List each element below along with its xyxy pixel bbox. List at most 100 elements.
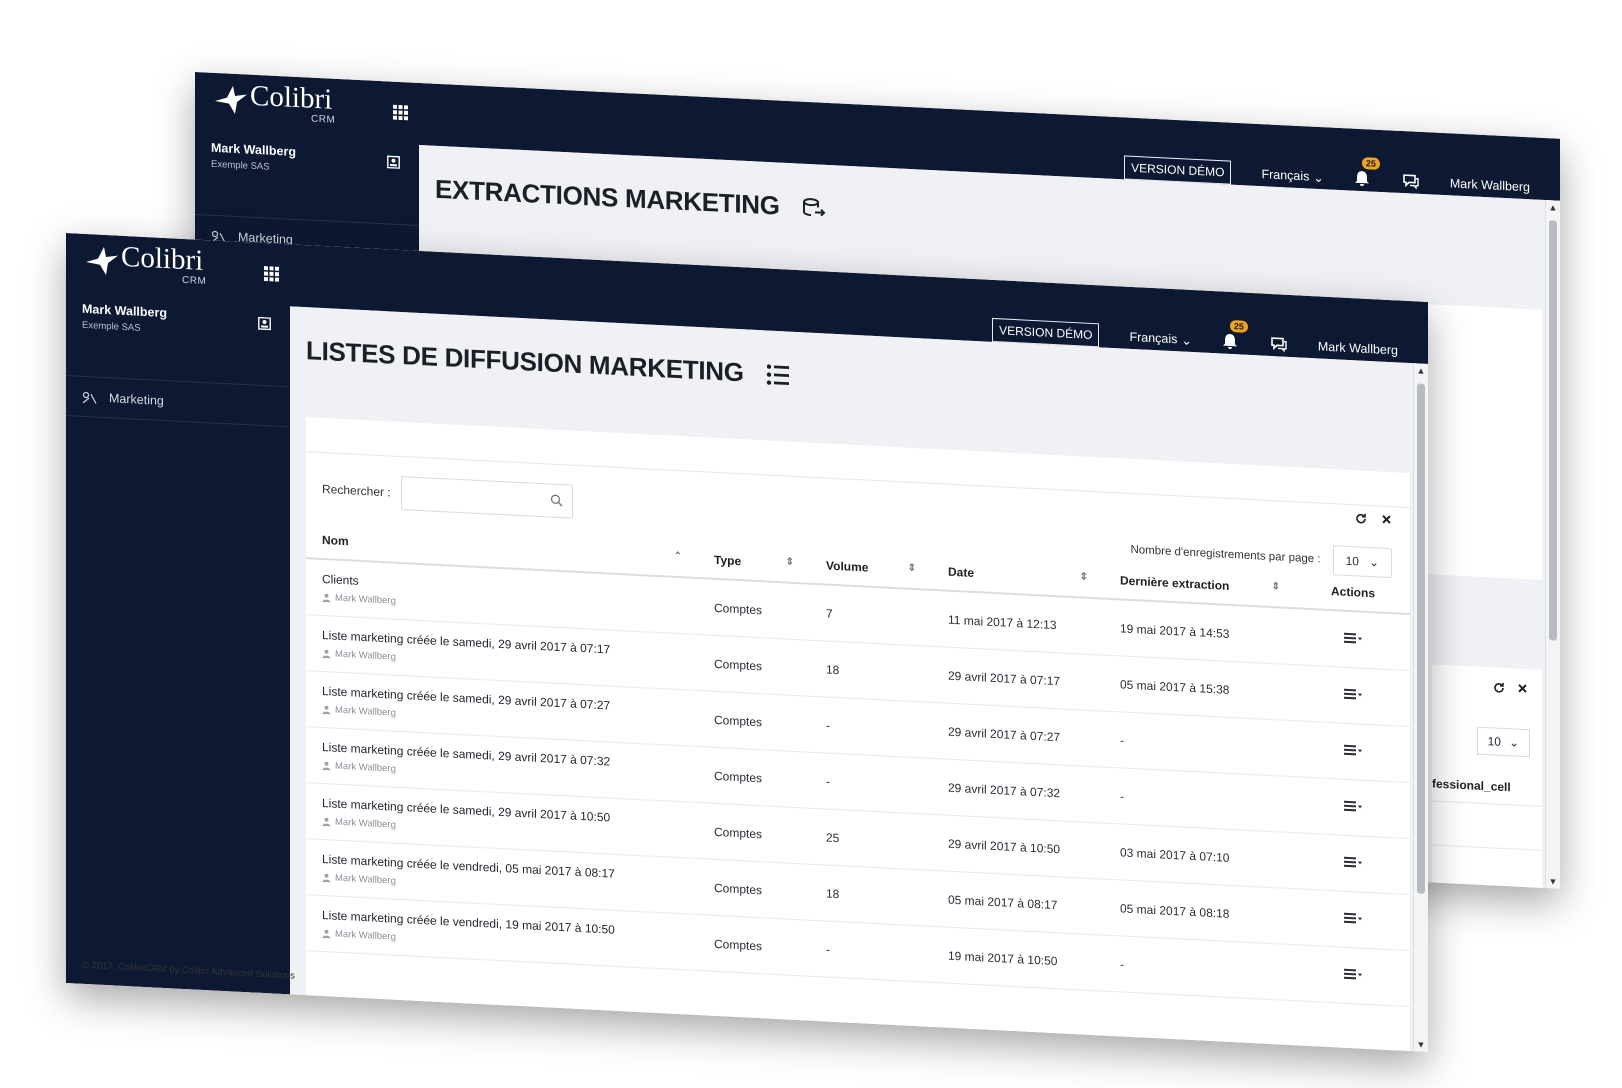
cell-last-extraction: 19 mai 2017 à 14:53 (1104, 598, 1296, 665)
profile-card-icon[interactable] (258, 316, 271, 331)
user-icon (322, 593, 331, 603)
brand-sub: CRM (311, 113, 336, 126)
sort-asc-icon: ⌃ (673, 550, 682, 563)
main-content: LISTES DE DIFFUSION MARKETING Rechercher… (290, 306, 1428, 1052)
user-menu[interactable]: Mark Wallberg (1318, 339, 1398, 357)
sidebar-user-name: Mark Wallberg (82, 301, 167, 321)
cell-date: 29 avril 2017 à 07:27 (932, 702, 1104, 768)
cell-volume: 25 (810, 808, 932, 871)
actions-menu-icon[interactable] (1342, 688, 1364, 701)
scroll-down-arrow[interactable]: ▼ (1416, 1039, 1426, 1050)
database-export-icon (802, 197, 826, 216)
search-row: Rechercher : (322, 472, 573, 519)
search-label: Rechercher : (322, 481, 391, 500)
notifications-button[interactable]: 25 (1222, 319, 1248, 352)
chat-icon[interactable] (1402, 173, 1420, 190)
actions-menu-icon[interactable] (1342, 800, 1364, 813)
sidebar-item-marketing[interactable]: Marketing (82, 390, 164, 408)
refresh-icon[interactable] (1355, 512, 1367, 525)
brand-name: Colibri (250, 79, 333, 116)
chevron-down-icon: ⌄ (1508, 735, 1519, 750)
cell-volume: 7 (810, 583, 932, 647)
sidebar-user-company: Exemple SAS (82, 319, 141, 334)
column-header[interactable]: fessional_cell (1432, 776, 1511, 794)
cell-type: Comptes (698, 914, 810, 977)
panel-controls (1493, 681, 1528, 695)
cell-actions (1296, 720, 1410, 783)
row-owner-name: Mark Wallberg (335, 648, 396, 663)
notifications-button[interactable]: 25 (1354, 157, 1380, 189)
per-page-label: Nombre d'enregistrements par page : (1130, 543, 1321, 566)
chevron-down-icon: ⌄ (1313, 170, 1324, 185)
cell-last-extraction: 05 mai 2017 à 08:18 (1104, 879, 1296, 945)
per-page-select[interactable]: 10 ⌄ (1476, 726, 1530, 758)
chat-icon[interactable] (1270, 336, 1288, 353)
cell-date: 05 mai 2017 à 08:17 (932, 870, 1104, 936)
language-select[interactable]: Français ⌄ (1261, 167, 1323, 185)
user-menu[interactable]: Mark Wallberg (1450, 176, 1530, 194)
close-icon[interactable] (1517, 683, 1528, 695)
grid-icon[interactable] (393, 104, 408, 121)
page-title: EXTRACTIONS MARKETING (435, 174, 826, 224)
actions-menu-icon[interactable] (1342, 968, 1364, 981)
chevron-down-icon: ⌄ (1368, 555, 1379, 570)
sidebar: Mark Wallberg Exemple SAS Marketing (66, 285, 290, 995)
search-icon (550, 494, 563, 507)
user-icon (322, 873, 331, 883)
scroll-down-arrow[interactable]: ▼ (1548, 876, 1558, 886)
cell-last-extraction: - (1104, 767, 1296, 833)
column-header-actions: Actions (1296, 571, 1410, 615)
sidebar-item-label: Marketing (109, 391, 164, 408)
column-header-label: Volume (826, 558, 869, 575)
notification-badge: 25 (1361, 157, 1380, 170)
column-header-volume[interactable]: Volume ⇕ (810, 546, 932, 590)
sidebar-user-company: Exemple SAS (211, 158, 270, 173)
language-select[interactable]: Français ⌄ (1129, 329, 1191, 348)
cell-date: 29 avril 2017 à 10:50 (932, 814, 1104, 880)
close-icon[interactable] (1381, 514, 1392, 526)
actions-menu-icon[interactable] (1342, 856, 1364, 869)
panel-controls (1355, 512, 1392, 526)
column-header-label: Type (714, 552, 742, 569)
column-header-type[interactable]: Type ⇕ (698, 541, 810, 584)
user-icon (322, 649, 331, 659)
search-box[interactable] (400, 475, 573, 519)
actions-menu-icon[interactable] (1342, 632, 1364, 645)
search-input[interactable] (409, 479, 554, 517)
cell-date: 29 avril 2017 à 07:17 (932, 646, 1104, 712)
page-title-text: LISTES DE DIFFUSION MARKETING (306, 335, 744, 388)
cell-last-extraction: - (1104, 711, 1296, 777)
row-owner-name: Mark Wallberg (335, 592, 396, 607)
scroll-thumb[interactable] (1417, 383, 1425, 894)
cell-volume: - (810, 920, 932, 983)
bell-icon (1222, 333, 1237, 349)
lists-table: Nom ⌃ Type ⇕ Volume ⇕ Date ⇕ Dernière extrac… (306, 521, 1410, 1007)
user-icon (322, 817, 331, 827)
profile-card-icon[interactable] (387, 155, 400, 169)
cell-last-extraction: 05 mai 2017 à 15:38 (1104, 655, 1296, 721)
scrollbar[interactable]: ▲ ▼ (1413, 363, 1428, 1052)
actions-menu-icon[interactable] (1342, 744, 1364, 757)
row-owner-name: Mark Wallberg (335, 928, 396, 943)
sidebar-divider (195, 214, 419, 226)
cell-volume: 18 (810, 640, 932, 703)
sidebar-divider (66, 415, 290, 428)
cell-actions (1296, 944, 1410, 1007)
scroll-up-arrow[interactable]: ▲ (1548, 202, 1558, 212)
sort-icon: ⇕ (785, 556, 794, 568)
cell-date: 29 avril 2017 à 07:32 (932, 758, 1104, 824)
cell-date: 11 mai 2017 à 12:13 (932, 589, 1104, 656)
refresh-icon[interactable] (1493, 681, 1505, 694)
actions-menu-icon[interactable] (1342, 912, 1364, 925)
column-header-label: Actions (1330, 584, 1375, 601)
scrollbar[interactable]: ▲ ▼ (1545, 200, 1560, 889)
language-label: Français (1261, 167, 1310, 184)
cell-actions (1296, 664, 1410, 727)
grid-icon[interactable] (264, 266, 279, 282)
scroll-up-arrow[interactable]: ▲ (1416, 365, 1426, 376)
cell-actions (1296, 608, 1410, 671)
brand-name: Colibri (121, 240, 204, 277)
cell-type: Comptes (698, 802, 810, 865)
front-window: Colibri CRM VERSION DÉMO Français ⌄ 25 Ma… (66, 233, 1428, 1052)
scroll-thumb[interactable] (1549, 220, 1557, 641)
